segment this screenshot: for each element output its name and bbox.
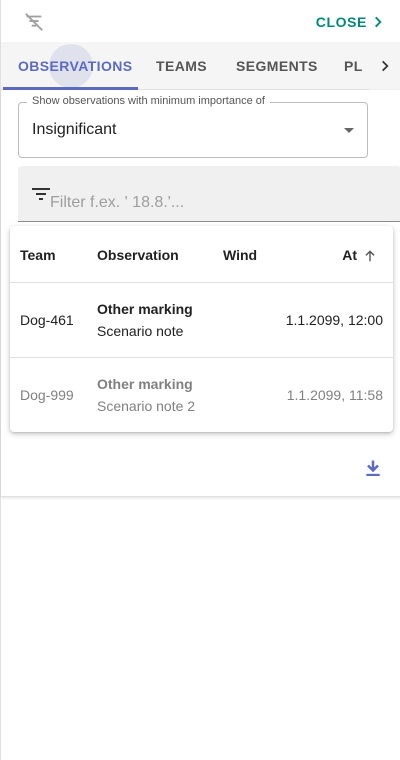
cell-observation-note: Scenario note: [97, 323, 184, 339]
observations-table: Team Observation Wind At Dog-461 Other m…: [10, 226, 393, 432]
filter-icon: [32, 188, 50, 200]
cell-at: 1.1.2099, 11:58: [286, 387, 383, 403]
close-label: CLOSE: [315, 14, 367, 30]
tab-observations[interactable]: OBSERVATIONS: [18, 42, 132, 90]
importance-select-value: Insignificant: [32, 121, 117, 138]
table-row[interactable]: Dog-999 Other marking Scenario note 2 1.…: [10, 358, 393, 432]
column-header-observation[interactable]: Observation: [97, 247, 179, 263]
column-header-team[interactable]: Team: [20, 247, 56, 263]
column-header-wind[interactable]: Wind: [223, 247, 257, 263]
dropdown-arrow-icon: [344, 128, 354, 133]
filter-off-icon[interactable]: [23, 11, 45, 33]
sort-ascending-icon[interactable]: [363, 249, 377, 263]
download-icon[interactable]: [363, 458, 383, 478]
cell-team: Dog-461: [20, 312, 74, 328]
chevron-right-icon: [375, 16, 382, 28]
importance-select[interactable]: Show observations with minimum importanc…: [18, 95, 368, 158]
cell-observation-note: Scenario note 2: [97, 398, 196, 414]
column-header-at[interactable]: At: [342, 247, 357, 263]
table-row[interactable]: Dog-461 Other marking Scenario note 1.1.…: [10, 283, 393, 358]
tab-truncated[interactable]: PL: [344, 42, 363, 90]
close-button[interactable]: CLOSE: [316, 11, 385, 33]
tab-scroll-button[interactable]: [369, 42, 400, 90]
observations-page: CLOSE OBSERVATIONS TEAMS SEGMENTS PL Sho…: [0, 0, 400, 760]
tab-segments[interactable]: SEGMENTS: [236, 42, 318, 90]
importance-select-label: Show observations with minimum importanc…: [27, 95, 270, 107]
tab-bar: OBSERVATIONS TEAMS SEGMENTS PL: [1, 42, 400, 90]
observations-panel: Show observations with minimum importanc…: [1, 90, 400, 497]
cell-observation: Other marking: [97, 376, 193, 392]
filter-field[interactable]: [18, 166, 400, 222]
cell-observation: Other marking: [97, 301, 193, 317]
chevron-right-icon: [382, 60, 389, 72]
table-header: Team Observation Wind At: [10, 226, 393, 283]
filter-input[interactable]: [50, 192, 380, 214]
tab-teams[interactable]: TEAMS: [156, 42, 207, 90]
cell-team: Dog-999: [20, 387, 74, 403]
top-bar: CLOSE: [1, 0, 400, 42]
cell-at: 1.1.2099, 12:00: [285, 312, 383, 328]
